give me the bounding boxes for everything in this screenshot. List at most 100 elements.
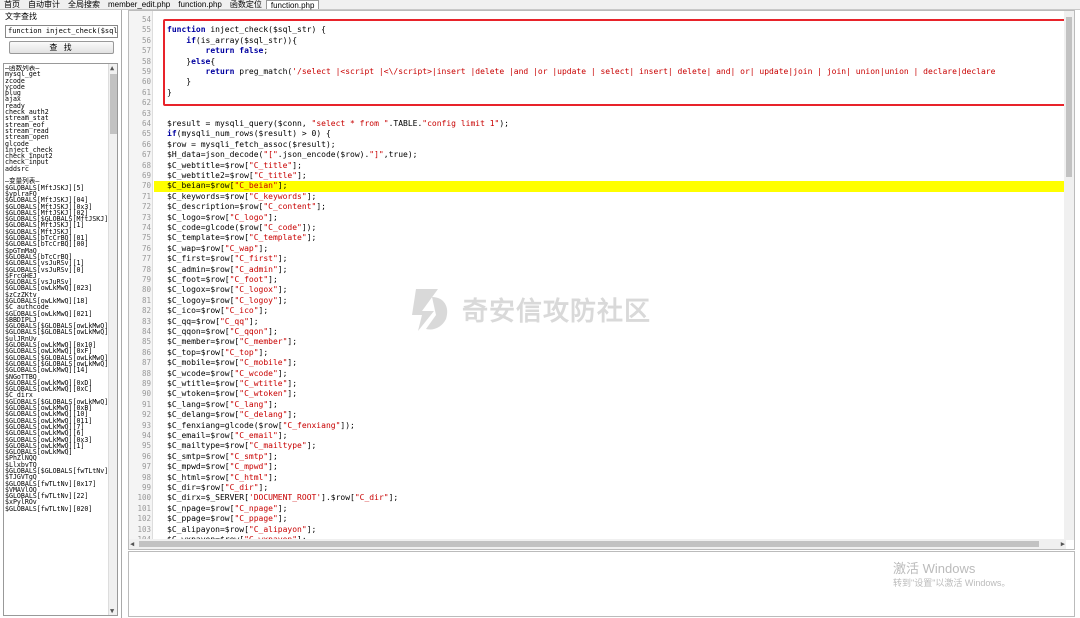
code-line[interactable]: $C_dir=$row["C_dir"]; <box>167 483 268 493</box>
code-editor[interactable]: 54 55 function inject_check($sql_str) {56 … <box>128 10 1075 550</box>
line-number: 92 <box>141 410 151 420</box>
code-line[interactable]: $C_logox=$row["C_logox"]; <box>167 285 287 295</box>
line-number: 57 <box>141 46 151 56</box>
code-line[interactable]: $C_html=$row["C_html"]; <box>167 473 278 483</box>
line-number: 66 <box>141 139 151 149</box>
tab-global-search[interactable]: 全局搜索 <box>64 0 104 9</box>
code-line[interactable]: $C_member=$row["C_member"]; <box>167 337 297 347</box>
code-line[interactable]: $C_ppage=$row["C_ppage"]; <box>167 514 287 524</box>
search-title: 文字查找 <box>5 12 37 21</box>
code-line[interactable]: $C_code=glcode($row["C_code"]); <box>167 223 316 233</box>
activation-title: 激活 Windows <box>893 561 976 576</box>
tab-home[interactable]: 首页 <box>0 0 24 9</box>
code-line[interactable]: $C_webtitle2=$row["C_title"]; <box>167 171 307 181</box>
editor-horizontal-scrollbar[interactable]: ◀ ▶ <box>129 539 1066 549</box>
tab-function-php-active[interactable]: function.php <box>265 0 320 10</box>
code-line[interactable]: $row = mysqli_fetch_assoc($result); <box>167 140 336 150</box>
editor-vscroll-thumb[interactable] <box>1066 17 1072 177</box>
line-number: 90 <box>141 389 151 399</box>
symbol-list-scroll-thumb[interactable] <box>110 74 117 134</box>
line-number: 78 <box>141 264 151 274</box>
sidebar: 文字查找 function inject_check($sql_s 查 找 —函… <box>0 10 122 618</box>
line-number: 62 <box>141 98 151 108</box>
code-line[interactable]: $C_wtitle=$row["C_wtitle"]; <box>167 379 297 389</box>
line-number: 81 <box>141 295 151 305</box>
line-number: 83 <box>141 316 151 326</box>
code-line[interactable]: $C_wap=$row["C_wap"]; <box>167 244 268 254</box>
line-number: 84 <box>141 327 151 336</box>
scroll-up-icon[interactable]: ▲ <box>110 64 114 72</box>
code-line[interactable]: $result = mysqli_query($conn, "select * … <box>167 119 509 129</box>
line-number: 97 <box>141 462 151 472</box>
highlight-annotation-box <box>163 19 1070 106</box>
code-line[interactable]: $C_smtp=$row["C_smtp"]; <box>167 452 278 462</box>
code-line[interactable]: $C_qq=$row["C_qq"]; <box>167 317 259 327</box>
code-line[interactable]: $C_wcode=$row["C_wcode"]; <box>167 369 287 379</box>
line-number: 80 <box>141 285 151 295</box>
tab-auto-audit[interactable]: 自动审计 <box>24 0 64 9</box>
editor-hscroll-thumb[interactable] <box>139 541 1039 547</box>
line-number: 70 <box>141 181 151 191</box>
current-line-highlight <box>154 181 1064 192</box>
line-number: 74 <box>141 223 151 232</box>
line-number: 100 <box>137 493 151 503</box>
code-line[interactable]: $C_mobile=$row["C_mobile"]; <box>167 358 297 368</box>
line-number: 61 <box>141 87 151 97</box>
line-number: 68 <box>141 160 151 170</box>
code-line[interactable]: $C_mailtype=$row["C_mailtype"]; <box>167 441 316 451</box>
line-number: 56 <box>141 35 151 45</box>
tab-member-edit[interactable]: member_edit.php <box>104 0 174 9</box>
find-button[interactable]: 查 找 <box>9 41 114 54</box>
line-number: 58 <box>141 56 151 66</box>
line-number: 72 <box>141 202 151 212</box>
code-line[interactable]: $C_description=$row["C_content"]; <box>167 202 326 212</box>
code-line[interactable]: $C_admin=$row["C_admin"]; <box>167 265 287 275</box>
line-number: 73 <box>141 212 151 222</box>
code-line[interactable]: $C_ico=$row["C_ico"]; <box>167 306 268 316</box>
code-line[interactable]: $C_keywords=$row["C_keywords"]; <box>167 192 316 202</box>
symbol-list[interactable]: —函数列表— mysql_get zcode ycode plug ajax ready ch… <box>3 63 118 616</box>
scroll-down-icon[interactable]: ▼ <box>110 607 114 615</box>
line-number: 64 <box>141 119 151 128</box>
code-line[interactable]: $C_wtoken=$row["C_wtoken"]; <box>167 389 297 399</box>
editor-vertical-scrollbar[interactable] <box>1064 11 1074 540</box>
code-line[interactable]: $C_template=$row["C_template"]; <box>167 233 316 243</box>
line-number: 65 <box>141 129 151 139</box>
code-line[interactable]: if(mysqli_num_rows($result) > 0) { <box>167 129 331 139</box>
line-number: 95 <box>141 441 151 451</box>
line-number: 93 <box>141 420 151 430</box>
code-line[interactable]: $C_logo=$row["C_logo"]; <box>167 213 278 223</box>
code-line[interactable]: $C_fenxiang=glcode($row["C_fenxiang"]); <box>167 421 355 431</box>
code-line[interactable]: $C_dirx=$_SERVER['DOCUMENT_ROOT'].$row["… <box>167 493 398 503</box>
code-line[interactable]: $C_delang=$row["C_delang"]; <box>167 410 297 420</box>
code-line[interactable]: $C_foot=$row["C_foot"]; <box>167 275 278 285</box>
code-line[interactable]: $C_top=$row["C_top"]; <box>167 348 268 358</box>
line-number: 98 <box>141 472 151 482</box>
line-number: 85 <box>141 337 151 347</box>
line-number: 94 <box>141 431 151 440</box>
code-line[interactable]: $C_lang=$row["C_lang"]; <box>167 400 278 410</box>
line-number: 96 <box>141 451 151 461</box>
tab-function-locate[interactable]: 函数定位 <box>226 0 266 9</box>
code-line[interactable]: $C_email=$row["C_email"]; <box>167 431 287 441</box>
code-line[interactable]: $C_beian=$row["C_beian"]; <box>167 181 287 191</box>
line-number: 101 <box>137 503 151 513</box>
code-line[interactable]: $C_webtitle=$row["C_title"]; <box>167 161 302 171</box>
symbol-list-items[interactable]: —函数列表— mysql_get zcode ycode plug ajax ready ch… <box>5 65 109 512</box>
code-line[interactable]: $H_data=json_decode("[".json_encode($row… <box>167 150 417 160</box>
code-line[interactable]: $C_mpwd=$row["C_mpwd"]; <box>167 462 278 472</box>
code-line[interactable]: $C_npage=$row["C_npage"]; <box>167 504 287 514</box>
symbol-list-scrollbar[interactable]: ▲ ▼ <box>108 64 117 615</box>
symbol-list-item[interactable]: $GLOBALS[fwTLtNv][020] <box>5 505 109 512</box>
code-line[interactable]: $C_alipayon=$row["C_alipayon"]; <box>167 525 316 535</box>
search-input[interactable]: function inject_check($sql_s <box>5 25 118 38</box>
line-number: 59 <box>141 67 151 76</box>
code-line[interactable]: $C_logoy=$row["C_logoy"]; <box>167 296 287 306</box>
line-number: 86 <box>141 347 151 357</box>
line-number: 82 <box>141 306 151 316</box>
scroll-right-icon[interactable]: ▶ <box>1061 540 1065 548</box>
scroll-left-icon[interactable]: ◀ <box>130 540 134 548</box>
tab-function-php[interactable]: function.php <box>174 0 226 9</box>
code-line[interactable]: $C_first=$row["C_first"]; <box>167 254 287 264</box>
code-line[interactable]: $C_qqon=$row["C_qqon"]; <box>167 327 278 337</box>
